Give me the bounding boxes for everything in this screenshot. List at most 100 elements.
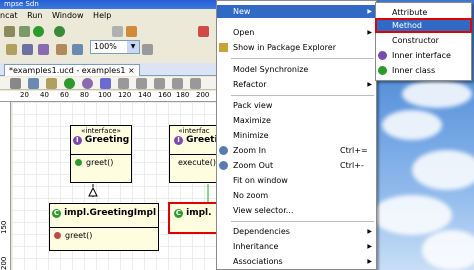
menu-item-zoom-in[interactable]: Zoom In Ctrl+=: [217, 144, 376, 157]
menu-item-label: Minimize: [233, 131, 269, 140]
class-name: impl.GreetingImpl: [64, 208, 157, 218]
class-tool-icon[interactable]: [64, 78, 75, 89]
zoom-in-icon: [219, 146, 228, 155]
run-external-icon[interactable]: [54, 26, 65, 37]
class-name: impl.: [186, 208, 212, 218]
greeting2-title: I Greeti: [170, 135, 216, 145]
operation[interactable]: execute(): [170, 155, 216, 170]
greeting-impl-class[interactable]: C impl.GreetingImpl greet(): [49, 203, 159, 251]
tool-icon[interactable]: [112, 26, 123, 37]
operation[interactable]: greet(): [71, 155, 131, 170]
menu-item-refactor[interactable]: Refactor ▶: [217, 78, 376, 91]
operation[interactable]: greet(): [50, 228, 158, 243]
menu-item-no-zoom[interactable]: No zoom: [217, 189, 376, 202]
menu-item-shortcut: Ctrl+=: [340, 146, 368, 155]
menu-item-view-selector[interactable]: View selector...: [217, 204, 376, 217]
ruler-top: 20 40 60 80 100 120 140 160 180 200: [0, 91, 216, 102]
menu-item-inheritance[interactable]: Inheritance ▶: [217, 240, 376, 253]
note-icon[interactable]: [46, 78, 57, 89]
interface-name: Greeting: [84, 135, 130, 145]
menu-item-associations[interactable]: Associations ▶: [217, 255, 376, 268]
submenu-arrow-icon: ▶: [367, 29, 372, 36]
ruler-tick: 40: [40, 91, 49, 99]
window-title: mpse Sdn: [0, 0, 216, 9]
menu-item-dependencies[interactable]: Dependencies ▶: [217, 225, 376, 238]
inheritance-tool-icon[interactable]: [154, 78, 165, 89]
menu-separator: [231, 95, 374, 96]
run-icon[interactable]: [33, 26, 44, 37]
interface-icon: I: [174, 136, 183, 145]
menu-item-label: Pack view: [233, 101, 273, 110]
menu-item-fit-on-window[interactable]: Fit on window: [217, 174, 376, 187]
menu-item-new[interactable]: New ▶: [217, 5, 376, 18]
interface-tool-icon[interactable]: [82, 78, 93, 89]
search-icon[interactable]: [38, 44, 49, 55]
warning-icon[interactable]: [126, 26, 137, 37]
association-tool-icon[interactable]: [118, 78, 129, 89]
gear-icon[interactable]: [142, 44, 153, 55]
menu-item-zoom-out[interactable]: Zoom Out Ctrl+-: [217, 159, 376, 172]
menubar: ncat Run Window Help: [0, 9, 216, 22]
menu-run[interactable]: Run: [27, 11, 42, 20]
menu-item-shortcut: Ctrl+-: [340, 161, 364, 170]
method-icon: [54, 232, 61, 239]
submenu-item-method[interactable]: Method: [375, 18, 472, 33]
new-class-icon[interactable]: [6, 44, 17, 55]
submenu-item-attribute[interactable]: Attribute: [376, 6, 471, 19]
realization-tool-icon[interactable]: [172, 78, 183, 89]
menu-item-label: Attribute: [392, 8, 428, 17]
stereotype: «interfac: [178, 127, 210, 135]
open-type-icon[interactable]: [22, 44, 33, 55]
menu-item-maximize[interactable]: Maximize: [217, 114, 376, 127]
editor-tabbar: *examples1.ucd - examples1 ×: [0, 63, 216, 76]
ruler-tick: 60: [60, 91, 69, 99]
menu-item-open[interactable]: Open ▶: [217, 26, 376, 39]
link-tool-icon[interactable]: [190, 78, 201, 89]
menu-item-model-synchronize[interactable]: Model Synchronize: [217, 63, 376, 76]
close-icon[interactable]: ×: [128, 66, 135, 75]
selected-class-title: C impl.: [170, 204, 216, 218]
select-icon[interactable]: [10, 78, 21, 89]
selected-class[interactable]: C impl.: [168, 202, 216, 234]
menu-item-label: Inner class: [392, 66, 436, 75]
class-icon: C: [174, 209, 183, 218]
greeting2-interface[interactable]: «interfac I Greeti execute(): [169, 125, 216, 183]
menu-separator: [231, 221, 374, 222]
menu-window[interactable]: Window: [52, 11, 84, 20]
diagram-canvas[interactable]: «interface» I Greeting greet() «interfac…: [12, 102, 216, 270]
submenu-arrow-icon: ▶: [367, 228, 372, 235]
menu-item-label: Refactor: [233, 80, 267, 89]
greeting-interface[interactable]: «interface» I Greeting greet(): [70, 125, 132, 183]
submenu-item-inner-class[interactable]: Inner class: [376, 64, 471, 77]
debug-icon[interactable]: [19, 26, 30, 37]
submenu-item-inner-interface[interactable]: Inner interface: [376, 49, 471, 62]
dependency-tool-icon[interactable]: [136, 78, 147, 89]
context-menu: New ▶ Open ▶ Show in Package Explorer Mo…: [216, 0, 377, 270]
build-icon[interactable]: [4, 26, 15, 37]
perspective-icon[interactable]: [198, 26, 209, 37]
chevron-down-icon[interactable]: ▼: [127, 41, 139, 53]
menu-item-show-in-package-explorer[interactable]: Show in Package Explorer: [217, 41, 376, 54]
menu-item-label: Zoom In: [233, 146, 267, 155]
greeting-title: I Greeting: [71, 135, 131, 145]
nav-icon[interactable]: [72, 44, 83, 55]
public-method-icon: [75, 159, 82, 166]
zoom-tool-icon[interactable]: [28, 78, 39, 89]
menu-help[interactable]: Help: [93, 11, 111, 20]
operation-label: greet(): [65, 231, 93, 240]
submenu-item-constructor[interactable]: Constructor: [376, 34, 471, 47]
tab-examples1[interactable]: *examples1.ucd - examples1 ×: [4, 64, 140, 76]
zoom-select[interactable]: 100% ▼: [90, 40, 140, 54]
menu-item-pack-view[interactable]: Pack view: [217, 99, 376, 112]
ruler-left: 150 200: [0, 102, 11, 270]
submenu-arrow-icon: ▶: [367, 8, 372, 15]
menu-ncat[interactable]: ncat: [0, 11, 18, 20]
menu-item-minimize[interactable]: Minimize: [217, 129, 376, 142]
package-tool-icon[interactable]: [100, 78, 111, 89]
cloud: [372, 195, 452, 235]
ruler-tick: 160: [158, 91, 172, 99]
edit-icon[interactable]: [56, 44, 67, 55]
ruler-tick: 120: [118, 91, 132, 99]
ruler-tick: 80: [80, 91, 89, 99]
operation-label: greet(): [86, 158, 114, 167]
